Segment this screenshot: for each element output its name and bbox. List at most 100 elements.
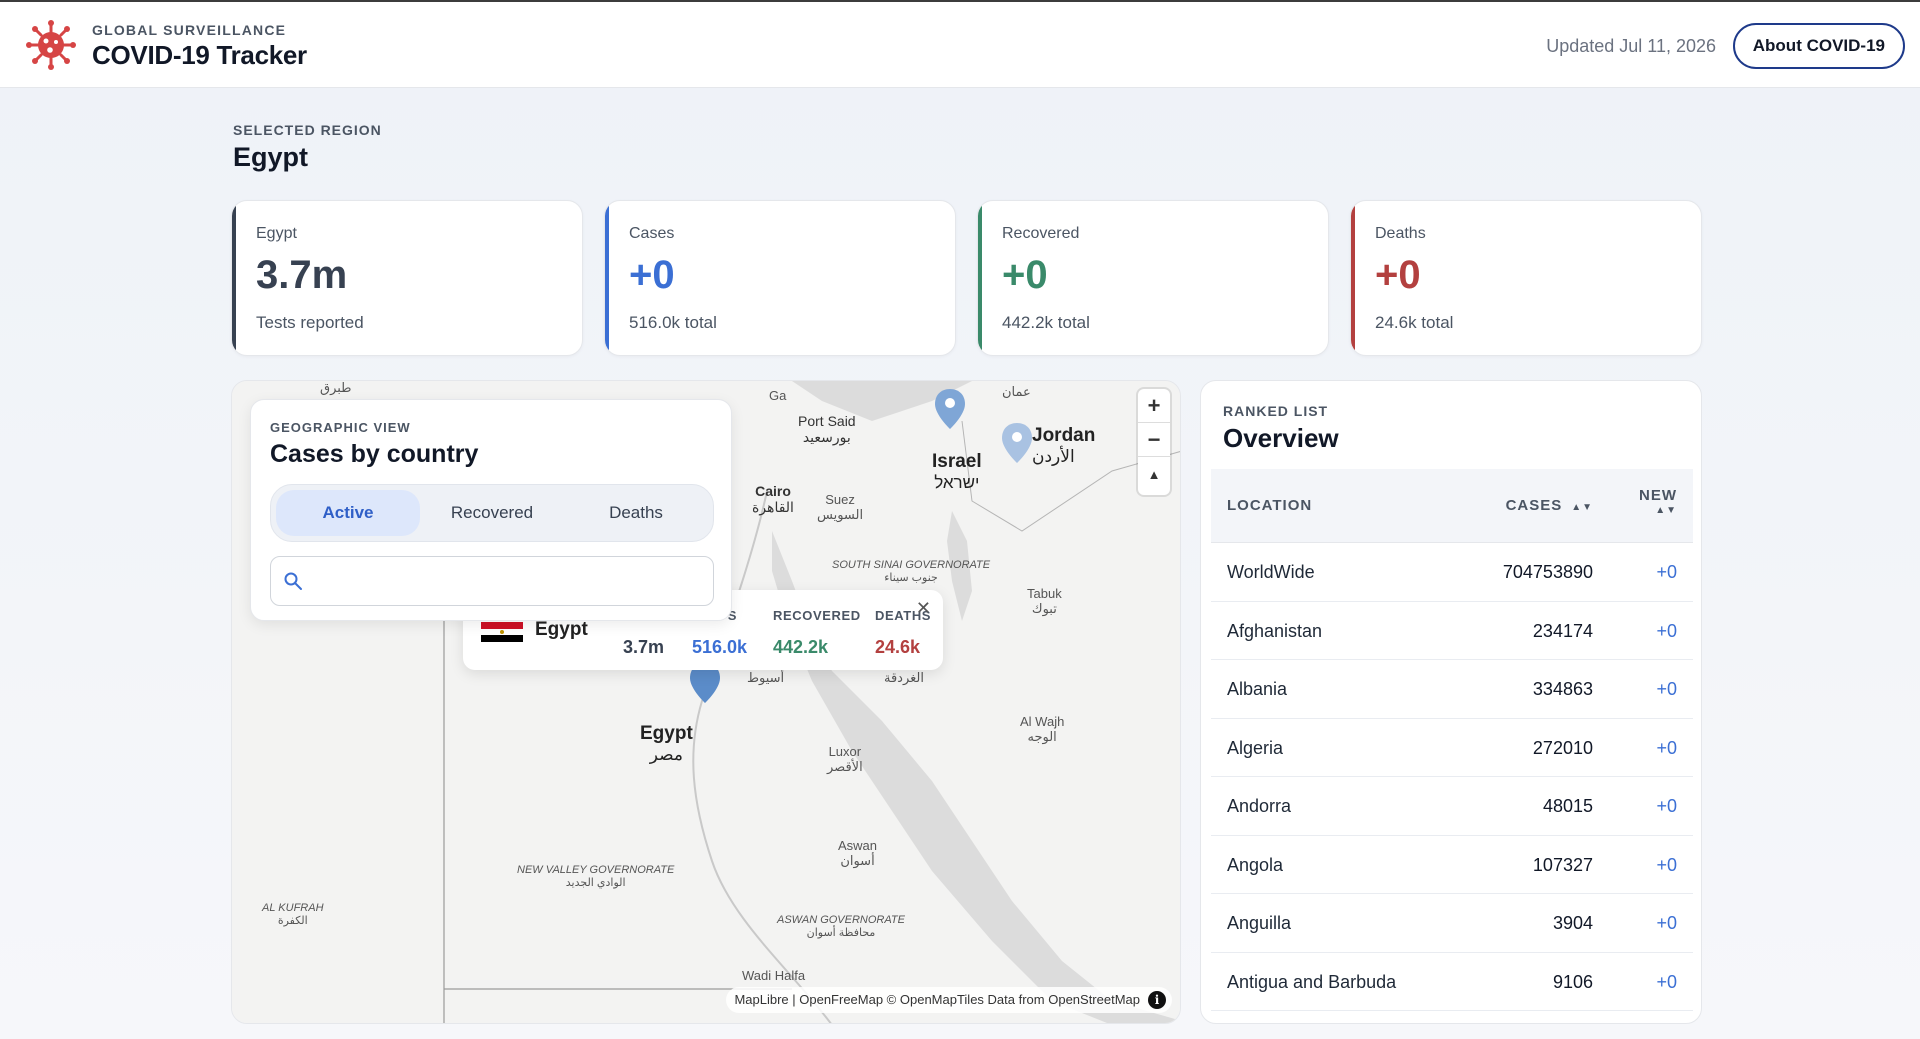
map-panel[interactable]: طبرق Port Said بورسعيد Ga عمان Jordan ال… bbox=[231, 380, 1181, 1024]
info-icon[interactable]: i bbox=[1148, 991, 1166, 1009]
zoom-control: + − ▲ bbox=[1138, 389, 1170, 495]
ranked-table: LOCATION CASES ▲▼ NEW ▲▼ WorldWide 704753… bbox=[1211, 469, 1693, 1011]
map-label-text: بورسعيد bbox=[802, 429, 851, 446]
map-label-text: Cairo bbox=[755, 483, 791, 499]
sort-icon[interactable]: ▲▼ bbox=[1567, 502, 1593, 513]
map-label-jordan: Jordan الأردن bbox=[1032, 425, 1095, 466]
stat-subtext: Tests reported bbox=[256, 313, 364, 332]
stat-card-recovered: Recovered +0 442.2k total bbox=[977, 200, 1329, 356]
map-label-cairo: Cairo القاهرة bbox=[752, 483, 794, 515]
map-label-text: أسوان bbox=[840, 852, 875, 868]
geo-eyebrow: GEOGRAPHIC VIEW bbox=[270, 420, 411, 435]
table-row[interactable]: Afghanistan 234174 +0 bbox=[1211, 602, 1693, 660]
map-label-text: NEW VALLEY GOVERNORATE bbox=[517, 864, 675, 876]
map-label-text: Tabuk bbox=[1027, 586, 1062, 601]
map-label-asyut: أسيوط bbox=[747, 670, 785, 685]
popup-value: 516.0k bbox=[692, 637, 748, 657]
stat-value: +0 bbox=[1002, 253, 1048, 297]
map-label-luxor: Luxor الأقصر bbox=[827, 744, 863, 775]
popup-value: 442.2k bbox=[773, 637, 829, 657]
table-header: LOCATION CASES ▲▼ NEW ▲▼ bbox=[1211, 469, 1693, 543]
map-label-text: Al Wajh bbox=[1020, 714, 1065, 729]
popup-head: RECOVERED bbox=[773, 608, 861, 623]
egypt-flag-icon bbox=[481, 622, 523, 642]
tab-deaths[interactable]: Deaths bbox=[564, 490, 708, 536]
cell-cases: 9106 bbox=[1552, 971, 1593, 992]
stat-subtext: 442.2k total bbox=[1002, 313, 1090, 332]
tab-active[interactable]: Active bbox=[276, 490, 420, 536]
map-label-text: Luxor bbox=[828, 744, 862, 759]
country-search[interactable] bbox=[270, 556, 714, 606]
cell-new: +0 bbox=[1656, 679, 1677, 699]
table-row[interactable]: Anguilla 3904 +0 bbox=[1211, 894, 1693, 953]
stat-label: Egypt bbox=[256, 225, 297, 242]
table-row[interactable]: Andorra 48015 +0 bbox=[1211, 777, 1693, 836]
map-label-aswan: Aswan أسوان bbox=[838, 838, 877, 869]
cell-cases: 3904 bbox=[1552, 913, 1593, 933]
popup-country-name: Egypt bbox=[535, 619, 588, 640]
map-label-text: مصر bbox=[649, 744, 683, 764]
table-row[interactable]: WorldWide 704753890 +0 bbox=[1211, 543, 1693, 602]
map-label-text: الأردن bbox=[1032, 446, 1075, 466]
stat-label: Cases bbox=[629, 225, 675, 242]
cell-new: +0 bbox=[1656, 913, 1677, 933]
map-label-south-sinai: SOUTH SINAI GOVERNORATE جنوب سيناء bbox=[832, 559, 990, 584]
about-covid-button[interactable]: About COVID-19 bbox=[1732, 23, 1905, 69]
map-label-text: Port Said bbox=[798, 413, 856, 429]
column-new-label: NEW bbox=[1639, 487, 1677, 504]
stat-label: Recovered bbox=[1002, 225, 1080, 242]
list-eyebrow: RANKED LIST bbox=[1223, 403, 1329, 419]
map-label-al-wajh: Al Wajh الوجه bbox=[1020, 714, 1065, 745]
virus-logo-icon bbox=[26, 20, 76, 70]
compass-button[interactable]: ▲ bbox=[1138, 457, 1170, 491]
map-label-text: جنوب سيناء bbox=[884, 571, 938, 584]
map-label-text: Suez bbox=[825, 492, 855, 507]
column-cases[interactable]: CASES ▲▼ bbox=[1506, 497, 1593, 514]
column-location: LOCATION bbox=[1227, 497, 1313, 514]
map-label-text: الوادي الجديد bbox=[565, 876, 626, 889]
table-row[interactable]: Algeria 272010 +0 bbox=[1211, 719, 1693, 777]
geographic-view-card: GEOGRAPHIC VIEW Cases by country Active … bbox=[250, 399, 732, 621]
cell-cases: 272010 bbox=[1532, 737, 1593, 758]
map-label-egypt: Egypt مصر bbox=[640, 723, 693, 764]
cell-cases: 234174 bbox=[1532, 620, 1593, 641]
close-icon[interactable]: ✕ bbox=[916, 598, 931, 619]
cell-location: Angola bbox=[1227, 854, 1284, 875]
map-pin-icon[interactable] bbox=[935, 389, 965, 429]
map-label-gaza: Ga bbox=[769, 388, 787, 403]
stat-card-cases: Cases +0 516.0k total bbox=[604, 200, 956, 356]
zoom-in-button[interactable]: + bbox=[1138, 389, 1170, 423]
table-row[interactable]: Antigua and Barbuda 9106 +0 bbox=[1211, 953, 1693, 1011]
geo-title: Cases by country bbox=[270, 440, 479, 468]
map-label-text: السويس bbox=[817, 506, 864, 522]
column-new[interactable]: NEW ▲▼ bbox=[1639, 487, 1677, 517]
map-label-israel: Israel ישראל bbox=[932, 451, 982, 492]
popup-value: 24.6k bbox=[875, 637, 921, 657]
search-icon bbox=[284, 572, 302, 590]
map-label-amman: عمان bbox=[1002, 384, 1031, 399]
map-label-text: الوجه bbox=[1027, 728, 1057, 744]
zoom-out-button[interactable]: − bbox=[1138, 423, 1170, 457]
stat-value: +0 bbox=[1375, 253, 1421, 297]
map-label-tobruk: طبرق bbox=[320, 380, 352, 395]
sort-icon[interactable]: ▲▼ bbox=[1639, 505, 1677, 517]
cell-location: WorldWide bbox=[1227, 562, 1315, 582]
attribution-text[interactable]: MapLibre | OpenFreeMap © OpenMapTiles Da… bbox=[734, 992, 1140, 1007]
cell-new: +0 bbox=[1656, 620, 1677, 641]
cell-location: Anguilla bbox=[1227, 913, 1292, 933]
cell-cases: 107327 bbox=[1532, 854, 1593, 875]
search-input[interactable] bbox=[313, 565, 703, 597]
brand-eyebrow: GLOBAL SURVEILLANCE bbox=[92, 22, 287, 38]
table-row[interactable]: Angola 107327 +0 bbox=[1211, 836, 1693, 894]
cell-new: +0 bbox=[1656, 562, 1677, 582]
map-pin-icon[interactable] bbox=[1002, 423, 1032, 463]
map-label-suez: Suez السويس bbox=[817, 492, 864, 523]
map-label-text: ASWAN GOVERNORATE bbox=[777, 914, 905, 926]
cell-cases: 704753890 bbox=[1502, 562, 1593, 582]
stat-subtext: 24.6k total bbox=[1375, 313, 1454, 332]
metric-toggle: Active Recovered Deaths bbox=[270, 484, 714, 542]
stat-label: Deaths bbox=[1375, 225, 1426, 242]
table-row[interactable]: Albania 334863 +0 bbox=[1211, 660, 1693, 719]
tab-recovered[interactable]: Recovered bbox=[420, 490, 564, 536]
map-label-text: Egypt bbox=[640, 723, 693, 744]
